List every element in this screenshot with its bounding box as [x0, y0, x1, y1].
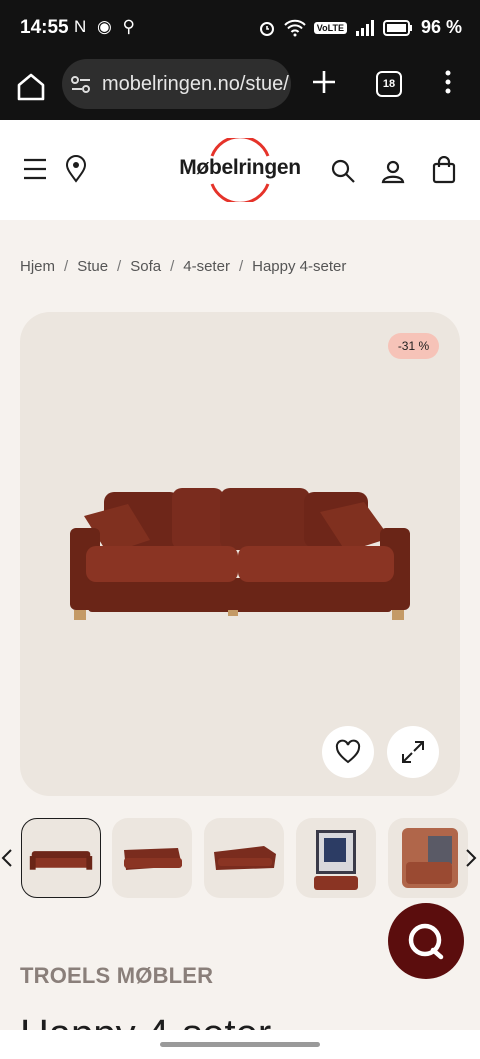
thumbnail-1[interactable]	[21, 818, 101, 898]
tab-switcher-button[interactable]: 18	[376, 71, 402, 97]
search-icon[interactable]	[330, 158, 356, 184]
more-menu-icon[interactable]	[438, 67, 458, 97]
chevron-right-icon[interactable]	[464, 847, 478, 869]
alarm-icon	[259, 21, 274, 36]
site-settings-icon[interactable]	[70, 73, 92, 95]
volte-badge: VoLTE	[313, 21, 347, 34]
thumbnail-3[interactable]	[204, 818, 284, 898]
thumbnail-5[interactable]	[388, 818, 468, 898]
chat-button[interactable]	[388, 903, 464, 979]
notification-icons: N ◉ ⚲	[74, 17, 139, 36]
location-pin-icon[interactable]	[64, 155, 88, 183]
thumbnail-2[interactable]	[112, 818, 192, 898]
breadcrumb-sofa[interactable]: Sofa	[130, 258, 161, 275]
product-brand[interactable]: TROELS MØBLER	[20, 963, 213, 989]
room-thumbnail	[314, 830, 358, 890]
new-tab-icon[interactable]	[309, 67, 339, 97]
home-gesture-handle[interactable]	[160, 1042, 320, 1047]
site-header: Møbelringen	[0, 120, 480, 220]
battery-percent: 96 %	[420, 17, 462, 37]
chat-bubble-icon	[408, 923, 444, 960]
breadcrumb-stue[interactable]: Stue	[77, 258, 108, 275]
product-image-main[interactable]: -31 %	[20, 312, 460, 796]
sofa-image	[70, 488, 410, 620]
url-text: mobelringen.no/stue/	[102, 73, 289, 95]
breadcrumb-home[interactable]: Hjem	[20, 258, 55, 275]
logo-text: Møbelringen	[179, 156, 301, 179]
user-account-icon[interactable]	[380, 158, 406, 184]
shopping-bag-icon[interactable]	[432, 156, 456, 184]
wifi-icon	[284, 19, 306, 36]
breadcrumb: Hjem / Stue / Sofa / 4-seter / Happy 4-seter	[20, 258, 470, 275]
address-bar[interactable]: mobelringen.no/stue/	[62, 59, 291, 109]
chevron-left-icon[interactable]	[0, 847, 14, 869]
browser-toolbar: mobelringen.no/stue/ 18	[0, 56, 480, 120]
heart-icon	[335, 739, 361, 764]
discount-badge: -31 %	[388, 333, 439, 359]
sofa-thumbnail-side	[214, 846, 276, 870]
fullscreen-button[interactable]	[387, 726, 439, 778]
gesture-navigation-bar	[0, 1030, 480, 1059]
breadcrumb-current: Happy 4-seter	[252, 258, 347, 275]
sofa-thumbnail-angle	[124, 848, 182, 870]
home-icon[interactable]	[14, 70, 48, 104]
system-indicators: VoLTE 96 %	[258, 17, 462, 38]
expand-icon	[402, 741, 424, 763]
site-logo[interactable]: Møbelringen	[174, 138, 306, 202]
sofa-thumbnail-front	[29, 851, 93, 870]
breadcrumb-separator: /	[238, 258, 244, 275]
breadcrumb-4-seter[interactable]: 4-seter	[183, 258, 230, 275]
status-time: 14:55	[20, 17, 69, 38]
thumbnail-4[interactable]	[296, 818, 376, 898]
signal-icon	[355, 19, 374, 36]
thumbnail-carousel	[0, 816, 480, 900]
sofa-detail-thumbnail	[402, 828, 458, 888]
breadcrumb-separator: /	[117, 258, 122, 275]
favorite-button[interactable]	[322, 726, 374, 778]
breadcrumb-separator: /	[64, 258, 69, 275]
breadcrumb-separator: /	[170, 258, 175, 275]
menu-icon[interactable]	[22, 157, 48, 181]
status-bar: 14:55 N ◉ ⚲ VoLTE 96 %	[0, 0, 480, 56]
battery-icon	[382, 19, 412, 36]
